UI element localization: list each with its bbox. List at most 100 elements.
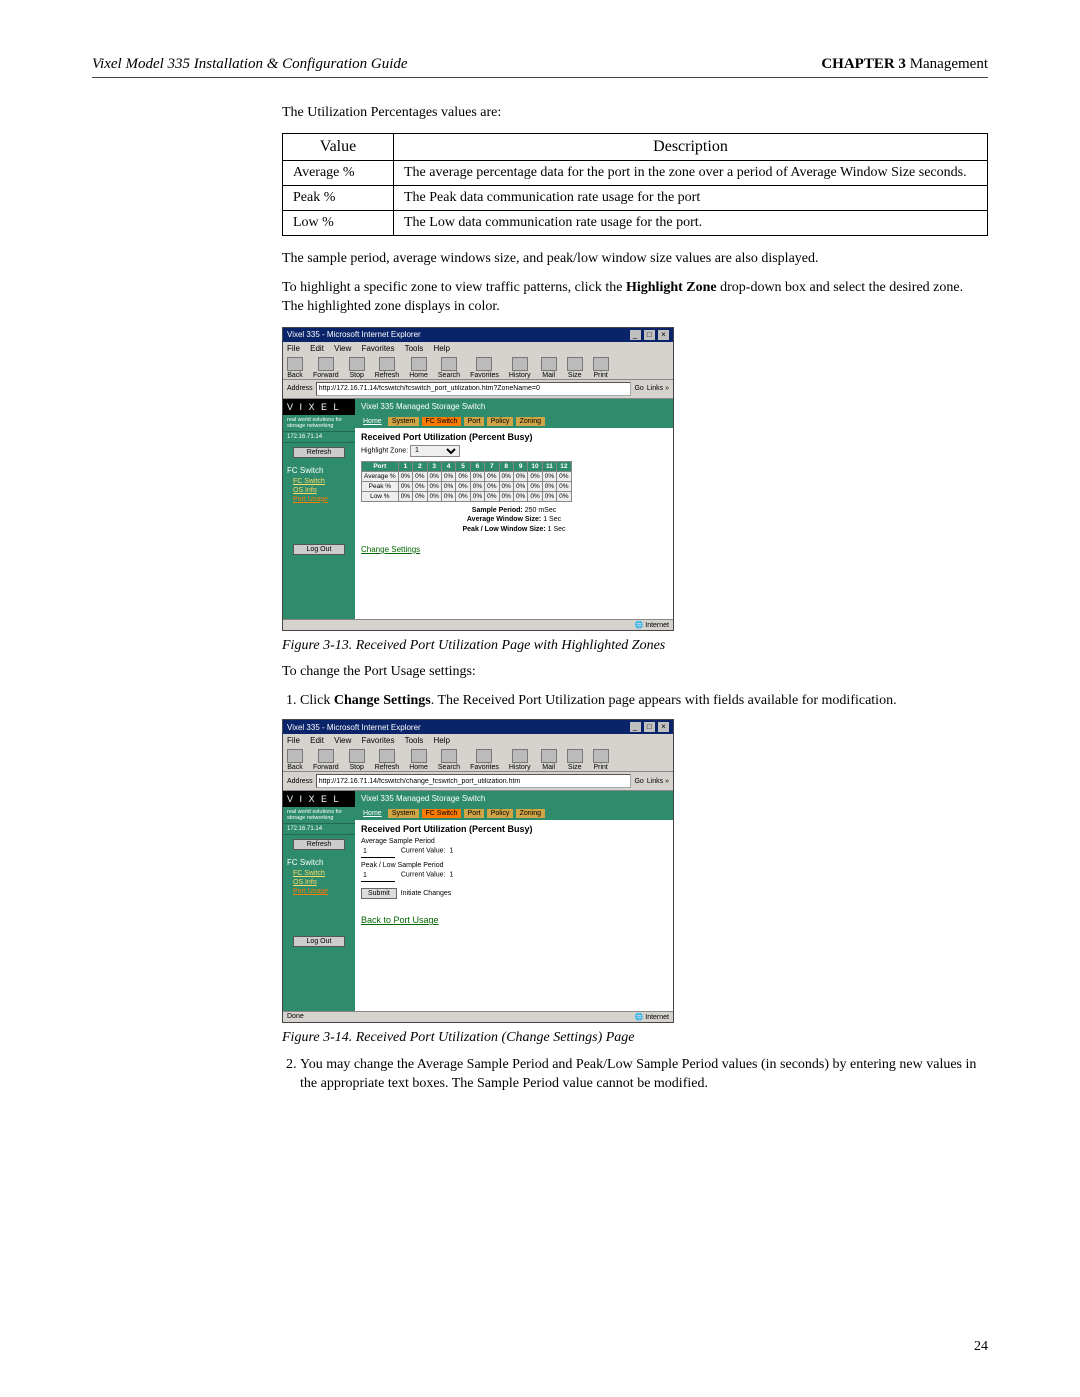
toolbar-favorites[interactable]: Favorites (470, 357, 499, 379)
sidebar-link-fc-switch[interactable]: FC Switch (283, 477, 355, 486)
tab-zoning[interactable]: Zoning (516, 809, 545, 818)
logout-button[interactable]: Log Out (293, 936, 345, 947)
text: Click (300, 693, 334, 708)
toolbar-print[interactable]: Print (593, 357, 609, 379)
cell: 0% (513, 491, 527, 501)
toolbar-mail[interactable]: Mail (541, 357, 557, 379)
toolbar-stop[interactable]: Stop (349, 749, 365, 771)
sample-period-label: Sample Period: (472, 507, 523, 514)
home-icon (411, 357, 427, 371)
address-input[interactable] (316, 382, 632, 396)
toolbar-forward[interactable]: Forward (313, 357, 339, 379)
links-button[interactable]: Links » (647, 385, 669, 392)
refresh-button[interactable]: Refresh (293, 839, 345, 850)
avg-window-label: Average Window Size: (467, 516, 541, 523)
cell: 0% (542, 491, 556, 501)
tab-fc-switch[interactable]: FC Switch (422, 809, 462, 818)
sidebar-link-os-info[interactable]: OS Info (283, 878, 355, 887)
toolbar-search[interactable]: Search (438, 357, 460, 379)
toolbar-refresh[interactable]: Refresh (375, 357, 400, 379)
logout-button[interactable]: Log Out (293, 544, 345, 555)
table-row: Peak %0%0%0%0%0%0%0%0%0%0%0%0% (362, 481, 572, 491)
menu-help[interactable]: Help (434, 736, 450, 745)
sidebar-link-port-usage[interactable]: Port Usage (283, 495, 355, 504)
tab-policy[interactable]: Policy (487, 809, 514, 818)
sidebar-link-fc-switch[interactable]: FC Switch (283, 869, 355, 878)
toolbar-home[interactable]: Home (409, 357, 428, 379)
minimize-button[interactable]: _ (630, 722, 641, 732)
refresh-button[interactable]: Refresh (293, 447, 345, 458)
toolbar-label: History (509, 372, 531, 379)
menu-help[interactable]: Help (434, 344, 450, 353)
toolbar-print[interactable]: Print (593, 749, 609, 771)
close-button[interactable]: × (658, 722, 669, 732)
toolbar-favorites[interactable]: Favorites (470, 749, 499, 771)
toolbar-history[interactable]: History (509, 357, 531, 379)
menu-file[interactable]: File (287, 344, 300, 353)
menu-favorites[interactable]: Favorites (362, 344, 395, 353)
go-button[interactable]: Go (634, 385, 643, 392)
menu-bar[interactable]: File Edit View Favorites Tools Help (283, 734, 673, 747)
toolbar-mail[interactable]: Mail (541, 749, 557, 771)
port-h: 8 (499, 461, 513, 471)
menu-view[interactable]: View (334, 344, 351, 353)
tab-home[interactable]: Home (359, 809, 386, 818)
toolbar-search[interactable]: Search (438, 749, 460, 771)
cell: 0% (441, 481, 455, 491)
tab-fc-switch[interactable]: FC Switch (422, 417, 462, 426)
size-icon (567, 749, 583, 763)
intro-line: The Utilization Percentages values are: (282, 104, 988, 123)
row-label: Low % (362, 491, 399, 501)
toolbar-history[interactable]: History (509, 749, 531, 771)
peak-low-value: 1 Sec (546, 526, 566, 533)
tab-home[interactable]: Home (359, 417, 386, 426)
highlight-zone-select[interactable]: 1 (410, 445, 460, 457)
header-right: CHAPTER 3 Management (821, 56, 988, 73)
tab-port[interactable]: Port (464, 417, 485, 426)
menu-edit[interactable]: Edit (310, 736, 324, 745)
toolbar-label: Home (409, 764, 428, 771)
tab-zoning[interactable]: Zoning (516, 417, 545, 426)
sidebar-link-port-usage[interactable]: Port Usage (283, 887, 355, 896)
tab-port[interactable]: Port (464, 809, 485, 818)
back-to-port-usage-link[interactable]: Back to Port Usage (361, 915, 439, 925)
address-input[interactable] (316, 774, 632, 788)
toolbar-back[interactable]: Back (287, 749, 303, 771)
toolbar-size[interactable]: Size (567, 749, 583, 771)
utilization-table: Value Description Average % The average … (282, 133, 988, 236)
toolbar-home[interactable]: Home (409, 749, 428, 771)
change-settings-link[interactable]: Change Settings (361, 545, 420, 554)
avg-sample-input[interactable] (361, 845, 395, 858)
toolbar-label: Stop (349, 372, 363, 379)
minimize-button[interactable]: _ (630, 330, 641, 340)
toolbar-stop[interactable]: Stop (349, 357, 365, 379)
tab-system[interactable]: System (388, 809, 419, 818)
menu-edit[interactable]: Edit (310, 344, 324, 353)
toolbar-back[interactable]: Back (287, 357, 303, 379)
toolbar-forward[interactable]: Forward (313, 749, 339, 771)
peak-low-input[interactable] (361, 869, 395, 882)
menu-view[interactable]: View (334, 736, 351, 745)
menu-tools[interactable]: Tools (405, 736, 424, 745)
menu-file[interactable]: File (287, 736, 300, 745)
go-button[interactable]: Go (634, 778, 643, 785)
menu-favorites[interactable]: Favorites (362, 736, 395, 745)
submit-button[interactable]: Submit (361, 888, 397, 899)
cell: 0% (528, 481, 542, 491)
close-button[interactable]: × (658, 330, 669, 340)
tab-system[interactable]: System (388, 417, 419, 426)
product-name: Vixel 335 Managed Storage Switch (361, 794, 485, 803)
toolbar-size[interactable]: Size (567, 357, 583, 379)
toolbar-refresh[interactable]: Refresh (375, 749, 400, 771)
sidebar-link-os-info[interactable]: OS Info (283, 486, 355, 495)
maximize-button[interactable]: □ (644, 722, 655, 732)
main-content: Received Port Utilization (Percent Busy)… (355, 820, 673, 1011)
page: Vixel Model 335 Installation & Configura… (0, 0, 1080, 1397)
current-value: 1 (449, 848, 453, 855)
menu-bar[interactable]: File Edit View Favorites Tools Help (283, 342, 673, 355)
maximize-button[interactable]: □ (644, 330, 655, 340)
print-icon (593, 749, 609, 763)
links-button[interactable]: Links » (647, 778, 669, 785)
menu-tools[interactable]: Tools (405, 344, 424, 353)
tab-policy[interactable]: Policy (487, 417, 514, 426)
